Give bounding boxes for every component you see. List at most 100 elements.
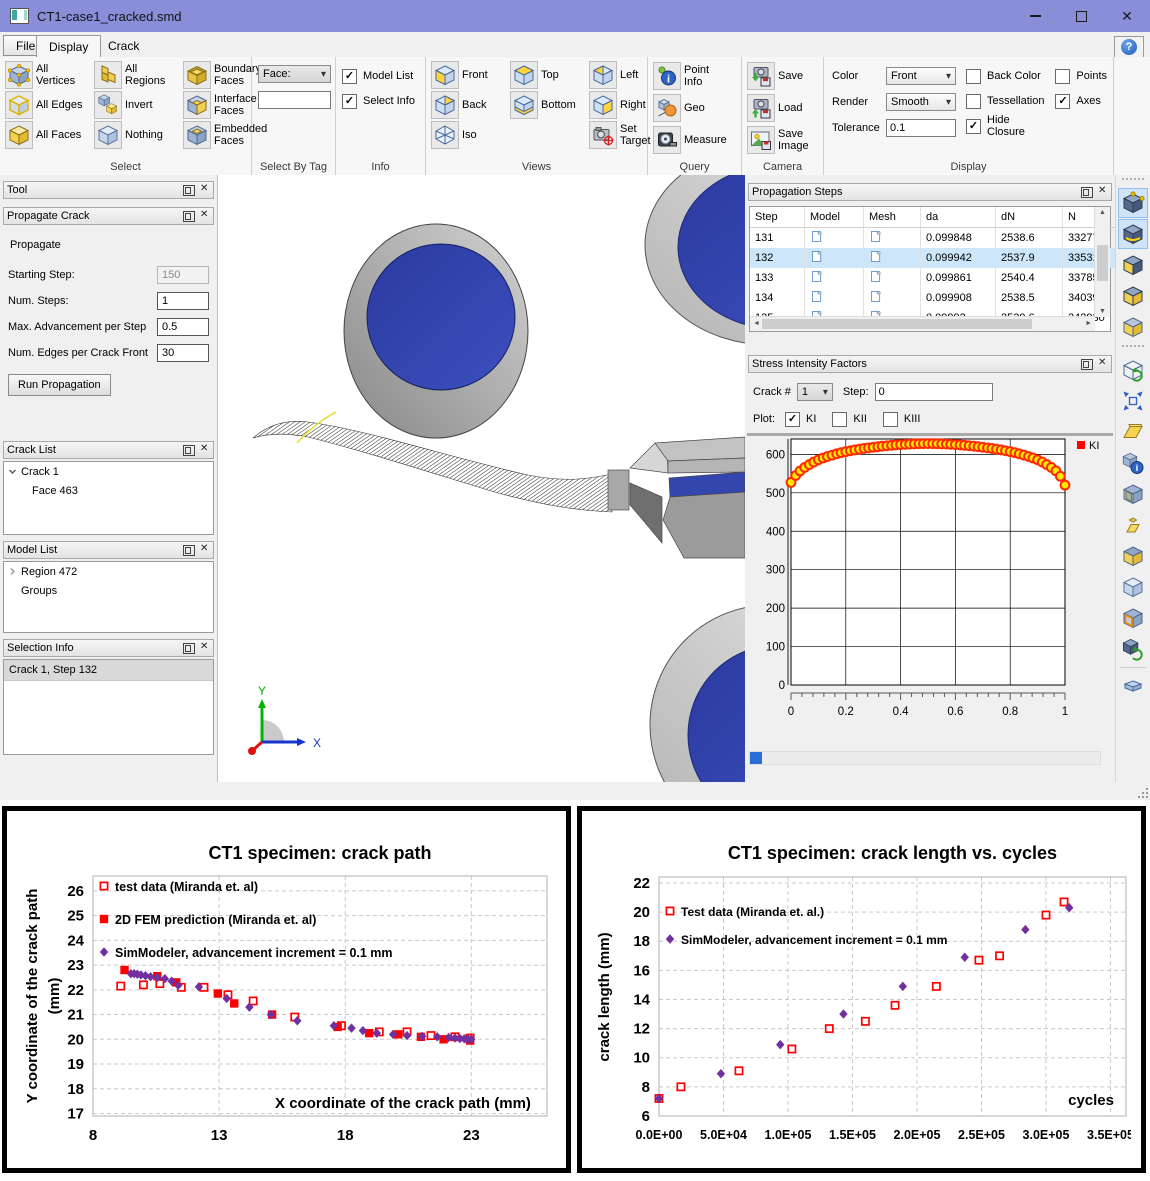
ribbon-item-all-regions[interactable]: All Regions	[92, 60, 179, 90]
wire-region-button[interactable]	[1118, 572, 1148, 602]
checkbox-box[interactable]	[966, 94, 981, 109]
dock-icon[interactable]	[1081, 187, 1093, 198]
ribbon-item-measure[interactable]: Measure	[651, 124, 739, 156]
close-icon[interactable]	[200, 643, 210, 653]
ribbon-item-nothing[interactable]: Nothing	[92, 120, 179, 150]
checkbox-select-info[interactable]: Select Info	[342, 90, 421, 112]
ribbon-item-top[interactable]: Top	[508, 60, 585, 90]
checkbox-box[interactable]	[1055, 94, 1070, 109]
checkbox-box[interactable]	[832, 412, 847, 427]
show-surface-button[interactable]	[1118, 417, 1148, 447]
ribbon-item-iso[interactable]: Iso	[429, 120, 506, 150]
checkbox-box[interactable]	[1055, 69, 1070, 84]
vertical-scrollbar[interactable]: ▲▼	[1094, 207, 1110, 317]
update-view-button[interactable]	[1118, 355, 1148, 385]
ribbon-item-back[interactable]: Back	[429, 90, 506, 120]
table-row-step-131[interactable]: 1310.0998482538.6332770	[750, 228, 1132, 249]
fit-view-button[interactable]	[1118, 386, 1148, 416]
dock-icon[interactable]	[183, 185, 195, 196]
highlight-face-button[interactable]	[1118, 603, 1148, 633]
checkbox-points[interactable]: Points	[1055, 65, 1107, 87]
solid-region-button[interactable]	[1118, 541, 1148, 571]
table-row-step-134[interactable]: 1340.0999082538.5340390	[750, 288, 1132, 308]
dock-icon[interactable]	[183, 211, 195, 222]
checkbox-axes[interactable]: Axes	[1055, 90, 1107, 112]
checkbox-ki[interactable]: KI	[785, 408, 816, 430]
close-icon[interactable]	[200, 545, 210, 555]
select-body-mode-button[interactable]	[1118, 312, 1148, 342]
viewport-3d[interactable]: Y X	[218, 175, 745, 782]
ribbon-item-front[interactable]: Front	[429, 60, 506, 90]
close-icon[interactable]	[1098, 359, 1108, 369]
ribbon-item-bottom[interactable]: Bottom	[508, 90, 585, 120]
dock-icon[interactable]	[183, 445, 195, 456]
dock-icon[interactable]	[183, 545, 195, 556]
crack-number-dropdown[interactable]: 1	[797, 383, 833, 401]
tab-crack[interactable]: Crack	[96, 35, 151, 56]
checkbox-box[interactable]	[342, 94, 357, 109]
field-input-starting-step[interactable]	[157, 266, 209, 284]
close-button[interactable]	[1104, 0, 1150, 32]
checkbox-kiii[interactable]: KIII	[883, 408, 921, 430]
tolerance-input[interactable]	[886, 119, 956, 137]
resize-grip[interactable]	[1136, 786, 1148, 798]
ribbon-item-load[interactable]: Load	[745, 92, 821, 124]
run-propagation-button[interactable]: Run Propagation	[8, 374, 111, 396]
dock-icon[interactable]	[183, 643, 195, 654]
table-row-step-132[interactable]: 1320.0999422537.9335310	[750, 248, 1132, 268]
collapse-view-button[interactable]	[1118, 671, 1148, 701]
ribbon-item-save[interactable]: Save	[745, 60, 821, 92]
render-dropdown[interactable]: Smooth	[886, 93, 956, 111]
face-sheet-button[interactable]	[1118, 510, 1148, 540]
collapse-icon[interactable]	[8, 467, 17, 476]
ribbon-item-save-image[interactable]: Save Image	[745, 124, 821, 156]
model-list-item-groups[interactable]: Groups	[4, 581, 213, 600]
color-dropdown[interactable]: Front	[886, 67, 956, 85]
ribbon-item-point-info[interactable]: iPoint Info	[651, 60, 739, 92]
dock-icon[interactable]	[1081, 359, 1093, 370]
crack-list-item-crack1[interactable]: Crack 1	[4, 462, 213, 481]
tag-entity-dropdown[interactable]: Face:	[258, 65, 331, 83]
checkbox-tessellation[interactable]: Tessellation	[966, 90, 1045, 112]
sif-step-input[interactable]	[875, 383, 993, 401]
hollow-region-button[interactable]	[1118, 479, 1148, 509]
field-input-max-advancement-per-step[interactable]	[157, 318, 209, 336]
regen-model-button[interactable]	[1118, 634, 1148, 664]
sif-step-slider[interactable]	[749, 751, 1101, 765]
field-input-num-steps[interactable]	[157, 292, 209, 310]
minimize-button[interactable]	[1012, 0, 1058, 32]
help-button[interactable]: ?	[1114, 36, 1144, 58]
tag-input[interactable]	[258, 91, 331, 109]
select-face-mode-button[interactable]	[1118, 250, 1148, 280]
ribbon-item-all-edges[interactable]: All Edges	[3, 90, 90, 120]
expand-icon[interactable]	[8, 567, 17, 576]
select-edge-mode-button[interactable]	[1118, 219, 1148, 249]
tab-display[interactable]: Display	[36, 35, 101, 58]
ribbon-item-geo[interactable]: Geo	[651, 92, 739, 124]
checkbox-model-list[interactable]: Model List	[342, 65, 421, 87]
checkbox-box[interactable]	[342, 69, 357, 84]
table-row-step-133[interactable]: 1330.0998612540.4337850	[750, 268, 1132, 288]
model-info-button[interactable]: i	[1118, 448, 1148, 478]
horizontal-scrollbar[interactable]: ◄►	[750, 316, 1095, 331]
selection-info-item[interactable]: Crack 1, Step 132	[4, 660, 213, 681]
select-region-mode-button[interactable]	[1118, 281, 1148, 311]
checkbox-box[interactable]	[966, 119, 981, 134]
model-list-item-region472[interactable]: Region 472	[4, 562, 213, 581]
checkbox-kii[interactable]: KII	[832, 408, 866, 430]
ribbon-item-invert[interactable]: Invert	[92, 90, 179, 120]
ribbon-item-all-faces[interactable]: All Faces	[3, 120, 90, 150]
checkbox-box[interactable]	[966, 69, 981, 84]
checkbox-hide-closure[interactable]: Hide Closure	[966, 115, 1045, 137]
crack-list-item-face463[interactable]: Face 463	[4, 481, 213, 500]
close-icon[interactable]	[200, 211, 210, 221]
slider-thumb[interactable]	[750, 752, 762, 764]
ribbon-item-all-vertices[interactable]: All Vertices	[3, 60, 90, 90]
maximize-button[interactable]	[1058, 0, 1104, 32]
toolbar-drag-handle[interactable]	[1122, 178, 1144, 186]
checkbox-box[interactable]	[883, 412, 898, 427]
close-icon[interactable]	[1098, 187, 1108, 197]
close-icon[interactable]	[200, 445, 210, 455]
field-input-num-edges-per-crack-front[interactable]	[157, 344, 209, 362]
select-vertex-mode-button[interactable]	[1118, 188, 1148, 218]
